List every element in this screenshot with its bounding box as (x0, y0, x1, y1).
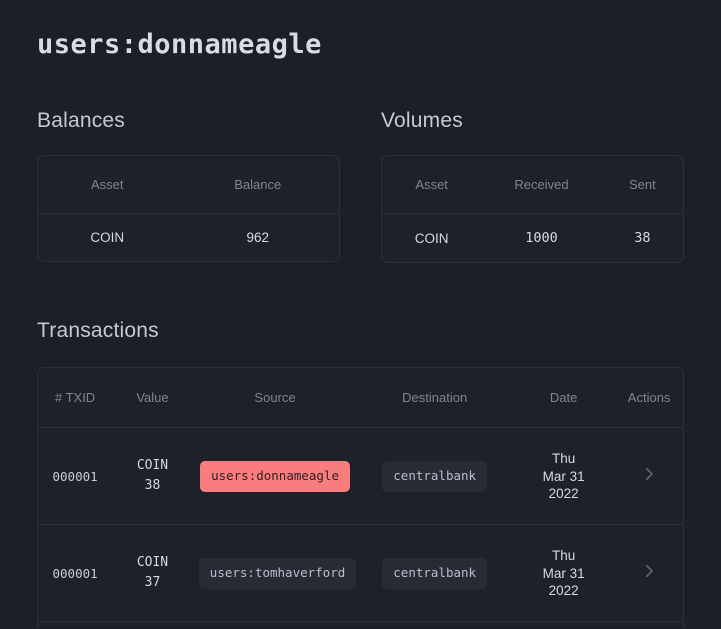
tx-date-cell: Thu Mar 31 2022 (512, 428, 615, 525)
tx-txid: 000001 (38, 525, 112, 622)
tx-destination: centralbank (357, 428, 512, 525)
tx-value-asset: COIN (118, 456, 187, 476)
transactions-section: Transactions # TXID Value Source Destina… (37, 319, 684, 628)
volumes-table: Asset Received Sent COIN 1000 38 (382, 156, 683, 262)
volumes-card: Asset Received Sent COIN 1000 38 (381, 155, 684, 263)
destination-badge[interactable]: centralbank (382, 558, 487, 589)
volumes-section: Volumes Asset Received Sent (381, 109, 684, 263)
balances-table: Asset Balance COIN 962 (38, 156, 339, 261)
tx-txid: 000001 (38, 428, 112, 525)
tx-date: Thu Mar 31 2022 (542, 547, 586, 599)
tx-col-actions: Actions (615, 368, 683, 428)
transactions-card: # TXID Value Source Destination Date Act… (37, 367, 684, 628)
tx-value-amount: 38 (118, 476, 187, 496)
table-row[interactable]: COIN 1000 38 (382, 214, 683, 263)
tx-date-cell: Thu Mar 31 2022 (512, 525, 615, 622)
tx-col-txid: # TXID (38, 368, 112, 428)
table-row[interactable]: 000001 COIN 37 users:tomhaverford centra… (38, 525, 683, 622)
volumes-col-asset: Asset (382, 156, 481, 214)
tx-source: users:donnameagle (193, 428, 357, 525)
tx-actions-cell (615, 428, 683, 525)
tx-col-value: Value (112, 368, 193, 428)
table-row[interactable]: COIN 962 (38, 214, 339, 262)
transactions-header-row: # TXID Value Source Destination Date Act… (38, 368, 683, 428)
source-badge[interactable]: users:tomhaverford (199, 558, 356, 589)
transactions-heading: Transactions (37, 319, 684, 343)
volumes-col-sent: Sent (602, 156, 683, 214)
volume-sent: 38 (602, 214, 683, 263)
volume-received: 1000 (481, 214, 601, 263)
volumes-col-received: Received (481, 156, 601, 214)
table-row[interactable]: 000001 COIN 38 users:donnameagle central… (38, 428, 683, 525)
tx-col-source: Source (193, 368, 357, 428)
tx-value-asset: COIN (118, 553, 187, 573)
chevron-right-icon[interactable] (640, 562, 658, 580)
tx-value-amount: 37 (118, 573, 187, 593)
tx-actions-cell (615, 525, 683, 622)
balances-col-balance: Balance (176, 156, 339, 214)
tx-col-destination: Destination (357, 368, 512, 428)
chevron-right-icon[interactable] (640, 465, 658, 483)
tx-source: users:tomhaverford (193, 525, 357, 622)
destination-badge[interactable]: centralbank (382, 461, 487, 492)
volumes-heading: Volumes (381, 109, 684, 133)
balance-asset: COIN (38, 214, 176, 262)
volumes-header-row: Asset Received Sent (382, 156, 683, 214)
summary-section: Balances Asset Balance COIN (37, 109, 684, 263)
balances-section: Balances Asset Balance COIN (37, 109, 340, 263)
tx-date: Thu Mar 31 2022 (542, 450, 586, 502)
balances-card: Asset Balance COIN 962 (37, 155, 340, 262)
tx-value: COIN 37 (112, 525, 193, 622)
tx-col-date: Date (512, 368, 615, 428)
transactions-table: # TXID Value Source Destination Date Act… (38, 368, 683, 622)
tx-value: COIN 38 (112, 428, 193, 525)
volume-asset: COIN (382, 214, 481, 263)
balances-heading: Balances (37, 109, 340, 133)
page-title: users:donnameagle (37, 0, 684, 61)
source-badge[interactable]: users:donnameagle (200, 461, 350, 492)
balances-col-asset: Asset (38, 156, 176, 214)
account-detail-page: users:donnameagle Balances Asset Balance (0, 0, 721, 629)
balance-amount: 962 (176, 214, 339, 262)
tx-destination: centralbank (357, 525, 512, 622)
balances-header-row: Asset Balance (38, 156, 339, 214)
